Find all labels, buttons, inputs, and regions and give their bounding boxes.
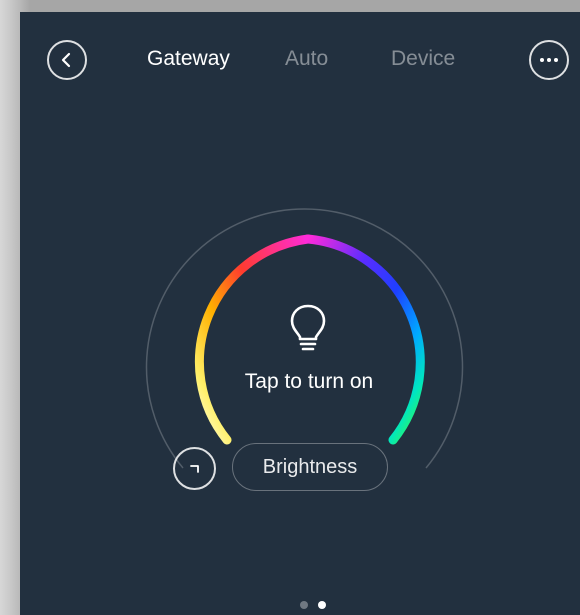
- power-status-text[interactable]: Tap to turn on: [180, 369, 438, 395]
- gateway-screen: Gateway Auto Device Tap to turn on Brigh…: [20, 12, 580, 615]
- light-bulb-icon: [290, 304, 326, 351]
- corner-icon: [189, 464, 199, 473]
- page-dot-active[interactable]: [318, 601, 326, 609]
- page-indicator: [298, 601, 334, 611]
- brightness-button[interactable]: Brightness: [232, 443, 388, 491]
- mode-button[interactable]: [173, 447, 216, 490]
- page-dot[interactable]: [300, 601, 308, 609]
